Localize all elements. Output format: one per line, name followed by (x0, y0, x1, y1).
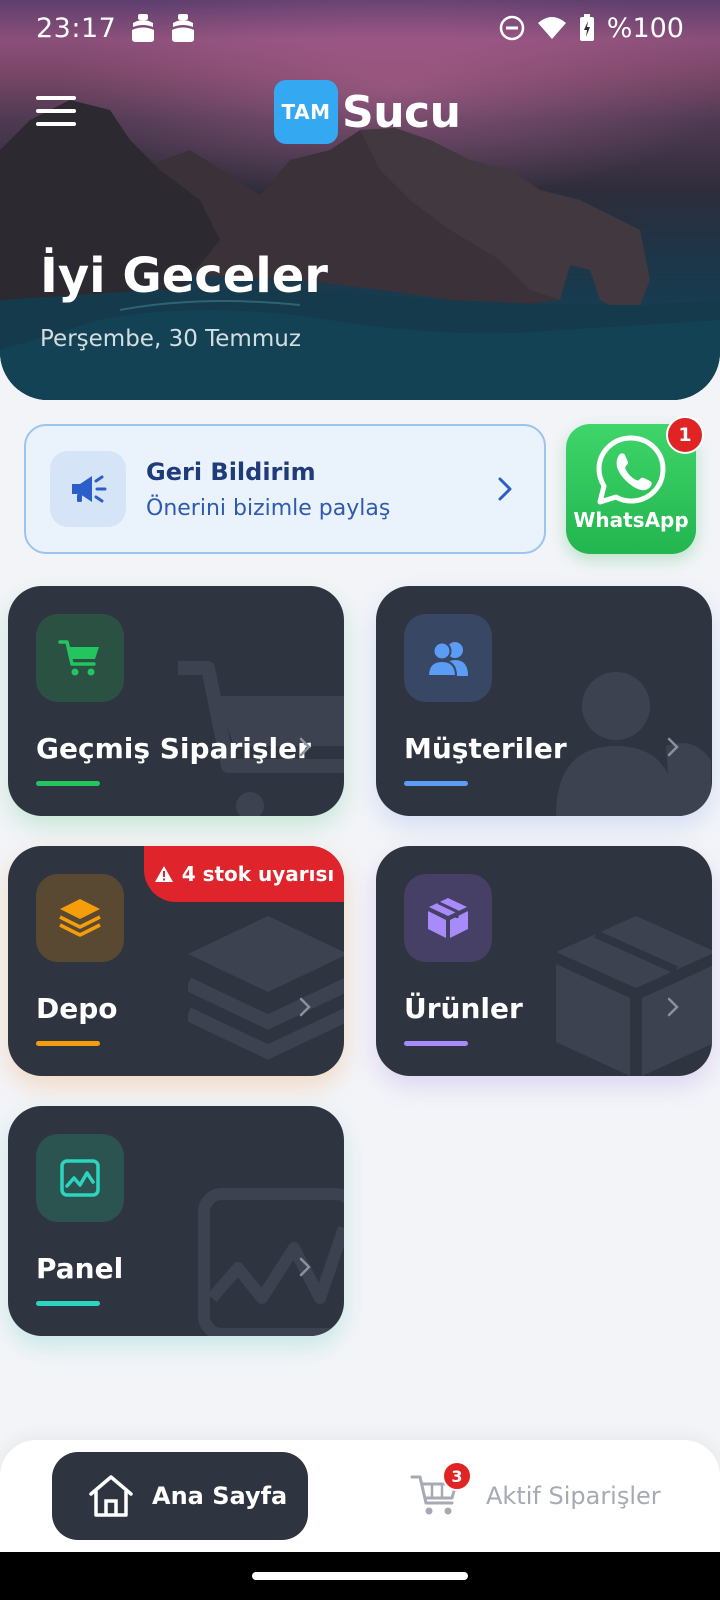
whatsapp-label: WhatsApp (573, 508, 689, 532)
tile-dashboard[interactable]: Panel (8, 1106, 344, 1336)
date-text: Perşembe, 30 Temmuz (40, 326, 301, 352)
megaphone-icon (50, 451, 126, 527)
layers-icon (36, 874, 124, 962)
tile-warehouse[interactable]: 4 stok uyarısı Depo (8, 846, 344, 1076)
system-gesture-bar (0, 1552, 720, 1600)
battery-icon (579, 14, 594, 41)
do-not-disturb-icon (499, 15, 525, 41)
stock-alert-text: 4 stok uyarısı (181, 862, 335, 886)
whatsapp-button[interactable]: WhatsApp 1 (566, 416, 704, 554)
tile-accent-bar (404, 1041, 468, 1046)
tile-products[interactable]: Ürünler (376, 846, 712, 1076)
logo-badge: TAM (274, 80, 338, 144)
whatsapp-badge: 1 (666, 416, 704, 454)
hero-header: 23:17 %100 TAM Sucu İyi Geceler Perşembe… (0, 0, 720, 400)
tile-accent-bar (36, 1041, 100, 1046)
feedback-subtitle: Önerini bizimle paylaş (146, 495, 391, 521)
person-watermark-icon (556, 672, 711, 816)
tile-customers[interactable]: Müşteriler (376, 586, 712, 816)
home-gesture-handle[interactable] (252, 1572, 468, 1580)
app-logo: TAM Sucu (274, 80, 461, 144)
hamburger-icon (36, 96, 76, 100)
wifi-icon (537, 17, 566, 39)
tile-label: Müşteriler (404, 732, 567, 765)
tile-accent-bar (404, 781, 468, 786)
box-icon (404, 874, 492, 962)
chevron-right-icon (490, 474, 520, 504)
nav-home-button[interactable]: Ana Sayfa (52, 1452, 308, 1540)
cart-icon (36, 614, 124, 702)
box-watermark-icon (556, 916, 712, 1076)
bottom-navigation: Ana Sayfa 3 Aktif Siparişler (0, 1440, 720, 1552)
water-bottle-notification-icon (172, 14, 195, 42)
feedback-card[interactable]: Geri Bildirim Önerini bizimle paylaş (24, 424, 546, 554)
chevron-right-icon (299, 1257, 311, 1277)
chevron-right-icon (667, 997, 679, 1017)
tile-label: Ürünler (404, 992, 523, 1025)
orders-count-badge: 3 (442, 1461, 472, 1491)
tile-order-history[interactable]: Geçmiş Siparişler (8, 586, 344, 816)
logo-text: Sucu (342, 86, 461, 138)
nav-orders-label: Aktif Siparişler (486, 1482, 661, 1510)
tile-label: Geçmiş Siparişler (36, 732, 311, 765)
chart-watermark-icon (198, 1188, 344, 1336)
greeting-title: İyi Geceler (40, 248, 328, 304)
status-bar: 23:17 %100 (0, 0, 720, 56)
tile-accent-bar (36, 781, 100, 786)
stock-alert-badge[interactable]: 4 stok uyarısı (144, 846, 344, 902)
layers-watermark-icon (188, 916, 344, 1060)
tile-label: Panel (36, 1252, 124, 1285)
nav-active-orders-button[interactable]: 3 Aktif Siparişler (410, 1452, 700, 1540)
status-time: 23:17 (36, 12, 117, 44)
home-icon (89, 1475, 133, 1517)
warning-icon (154, 866, 173, 882)
users-icon (404, 614, 492, 702)
water-bottle-notification-icon (132, 14, 155, 42)
nav-home-label: Ana Sayfa (152, 1482, 288, 1510)
feedback-title: Geri Bildirim (146, 457, 316, 486)
menu-button[interactable] (36, 96, 76, 126)
tile-label: Depo (36, 992, 118, 1025)
battery-percent: %100 (606, 12, 684, 44)
chevron-right-icon (299, 997, 311, 1017)
whatsapp-icon (596, 435, 666, 505)
chart-icon (36, 1134, 124, 1222)
chevron-right-icon (299, 737, 311, 757)
chevron-right-icon (667, 737, 679, 757)
tile-accent-bar (36, 1301, 100, 1306)
